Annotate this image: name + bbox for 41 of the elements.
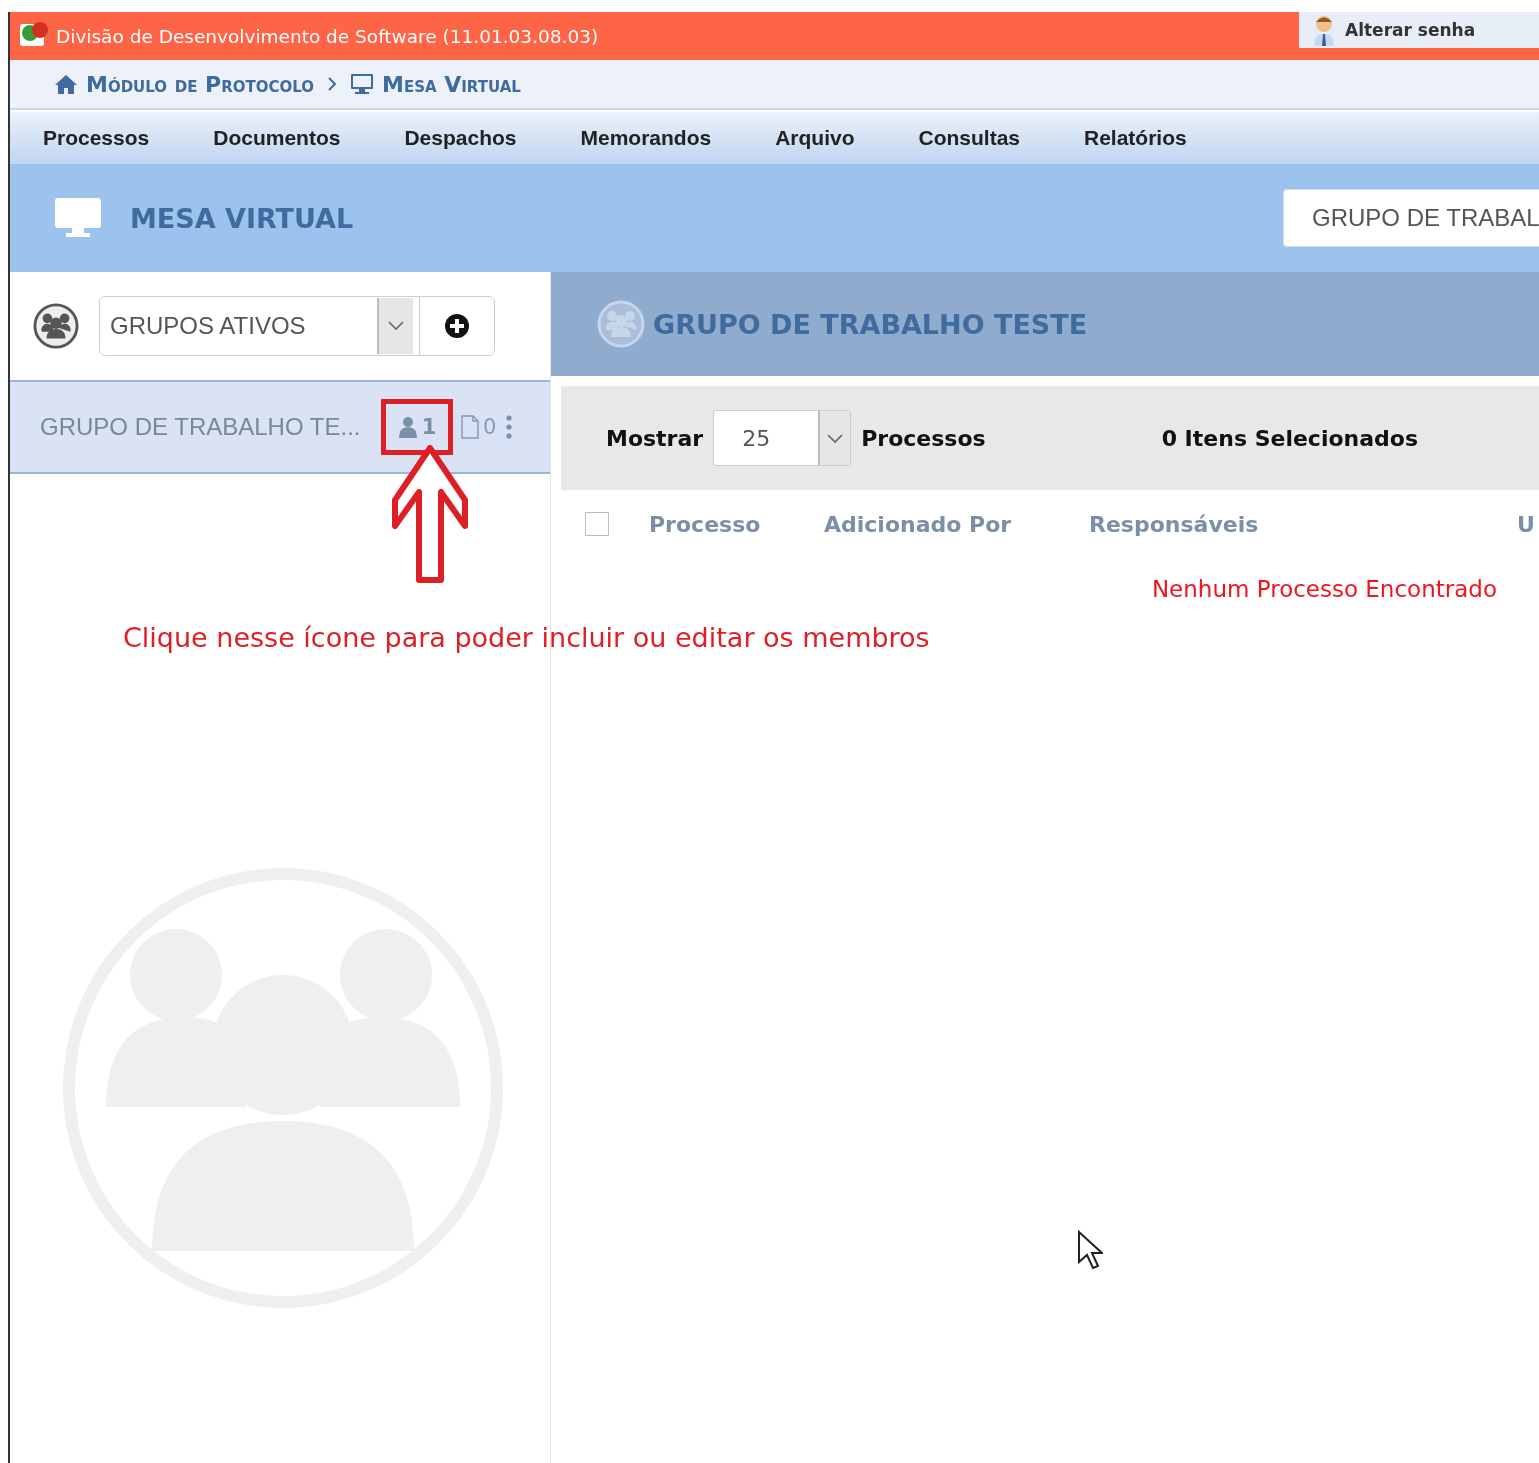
monitor-icon (54, 197, 102, 239)
user-icon (1311, 14, 1337, 46)
column-header: Adicionado Por (824, 511, 1013, 537)
menu-item[interactable]: Despachos (404, 126, 517, 150)
selected-count: 0 Itens Selecionados (1161, 425, 1419, 451)
breadcrumb-link[interactable]: Módulo de Protocolo (54, 71, 314, 97)
annotation-text: Clique nesse ícone para poder incluir ou editar os membros (123, 622, 930, 653)
select-all-checkbox[interactable] (585, 512, 609, 536)
column-header: U (1517, 511, 1535, 537)
group-icon (597, 300, 645, 348)
menu-item[interactable]: Memorandos (580, 126, 712, 150)
group-icon (33, 303, 79, 349)
menu-item[interactable]: Relatórios (1084, 126, 1187, 150)
kebab-icon (506, 415, 513, 439)
processes-label: Processos (861, 425, 986, 451)
document-icon (461, 415, 479, 439)
page-title: MESA VIRTUAL (130, 202, 354, 234)
group-name: GRUPO DE TRABALHO TE... (40, 413, 362, 441)
menu-item[interactable]: Consultas (918, 126, 1020, 150)
caret-icon (827, 434, 844, 444)
breadcrumb-link[interactable]: Mesa Virtual (350, 71, 521, 97)
chevron-right-icon (326, 76, 338, 92)
menu-item[interactable]: Documentos (213, 126, 341, 150)
change-password-button[interactable]: Alterar senha (1299, 12, 1539, 48)
person-icon (397, 416, 418, 438)
show-label: Mostrar (606, 425, 704, 451)
home-icon (54, 73, 78, 95)
menu-item[interactable]: Arquivo (775, 126, 855, 150)
group-filter-dropdown[interactable]: GRUPOS ATIVOS (100, 297, 420, 355)
cursor-icon (1077, 1230, 1103, 1270)
column-header: Responsáveis (1089, 511, 1260, 537)
page-size-dropdown[interactable]: 25 (713, 410, 852, 466)
monitor-icon (350, 73, 374, 95)
group-title: GRUPO DE TRABALHO TESTE (653, 308, 1088, 340)
menu-item[interactable]: Processos (43, 126, 150, 150)
caret-icon (388, 321, 404, 331)
column-header: Processo (649, 511, 762, 537)
department-title: Divisão de Desenvolvimento de Software (11.01.03.08.03) (56, 25, 599, 47)
plus-icon (444, 313, 470, 339)
empty-message: Nenhum Processo Encontrado (1151, 576, 1497, 602)
group-dropdown[interactable]: GRUPO DE TRABAL (1283, 189, 1539, 247)
